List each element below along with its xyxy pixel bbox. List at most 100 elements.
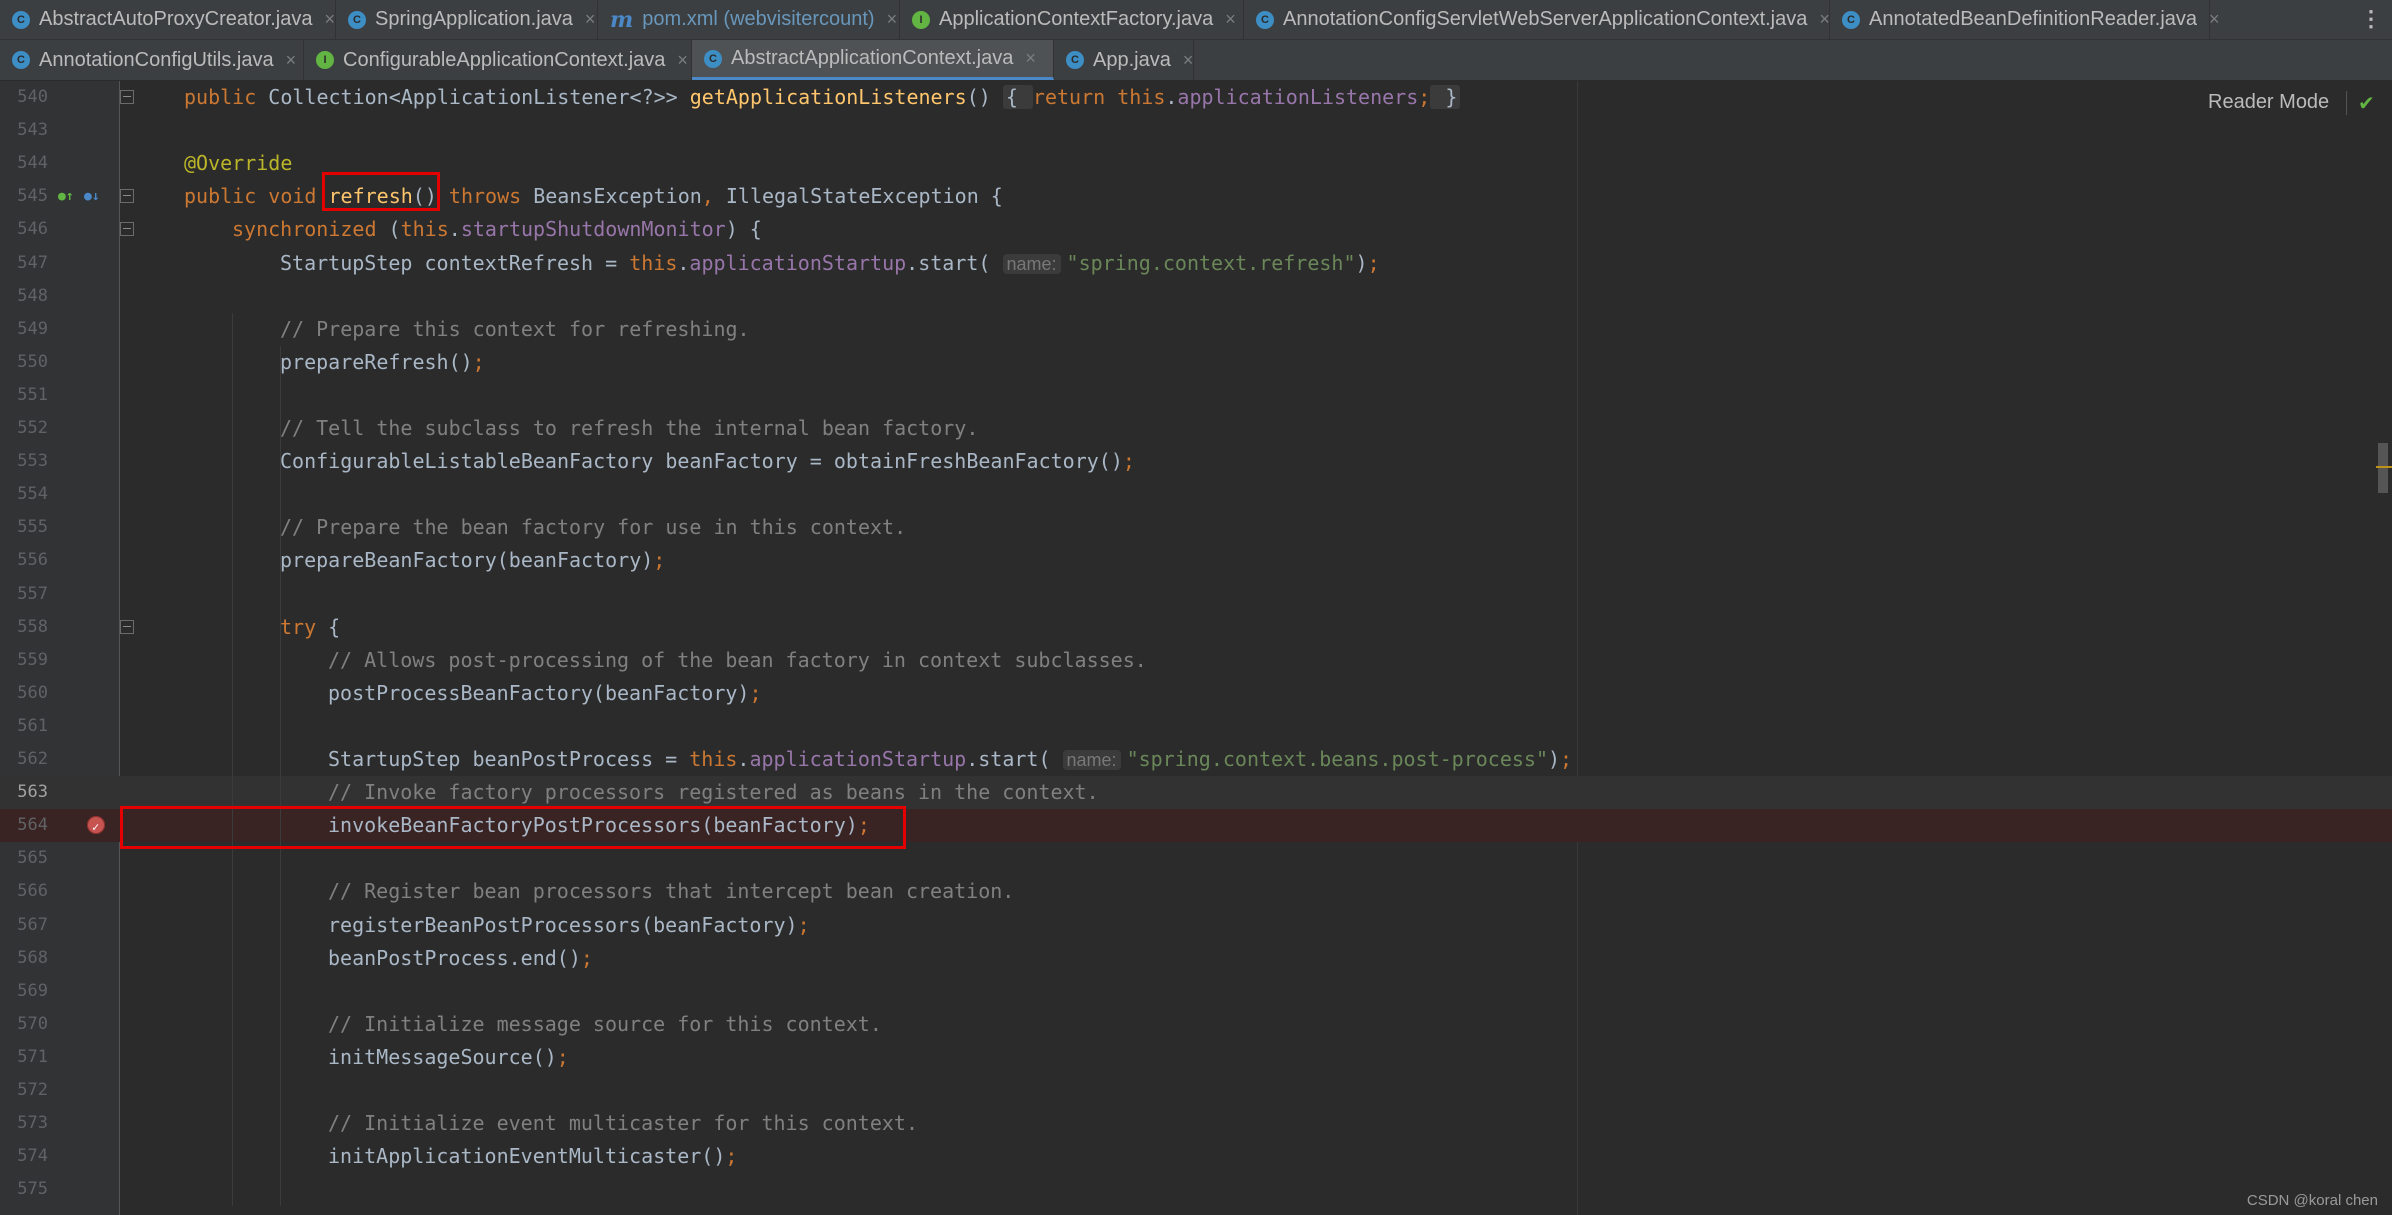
tab-abstractapplicationcontext-java[interactable]: C AbstractApplicationContext.java × xyxy=(692,40,1054,80)
code-line-569[interactable]: 569 xyxy=(0,975,2392,1008)
tab-annotationconfigservletwebserverapplicationcontext-java[interactable]: C AnnotationConfigServletWebServerApplica… xyxy=(1244,0,1830,39)
close-tab-icon[interactable]: × xyxy=(2209,9,2220,30)
code-line-557[interactable]: 557 xyxy=(0,578,2392,611)
close-tab-icon[interactable]: × xyxy=(585,9,596,30)
code-editor[interactable]: 540 public Collection<ApplicationListener… xyxy=(0,81,2392,1215)
reader-mode-button[interactable]: Reader Mode xyxy=(2208,91,2329,114)
code-text[interactable]: public Collection<ApplicationListener<?>… xyxy=(184,81,1461,114)
line-number[interactable]: 570 xyxy=(0,1008,48,1041)
more-tabs-icon[interactable]: ⋮ xyxy=(2360,6,2382,32)
close-tab-icon[interactable]: × xyxy=(887,9,898,30)
code-line-540[interactable]: 540 public Collection<ApplicationListener… xyxy=(0,81,2392,114)
code-line-558[interactable]: 558 try { xyxy=(0,611,2392,644)
tab-applicationcontextfactory-java[interactable]: I ApplicationContextFactory.java × xyxy=(900,0,1244,39)
code-line-553[interactable]: 553 ConfigurableListableBeanFactory beanF… xyxy=(0,445,2392,478)
code-text[interactable]: postProcessBeanFactory(beanFactory); xyxy=(328,677,761,710)
code-line-567[interactable]: 567 registerBeanPostProcessors(beanFactor… xyxy=(0,909,2392,942)
line-number[interactable]: 559 xyxy=(0,644,48,677)
line-number[interactable]: 555 xyxy=(0,511,48,544)
code-text[interactable]: // Allows post-processing of the bean fa… xyxy=(328,644,1147,677)
code-line-559[interactable]: 559 // Allows post-processing of the bean… xyxy=(0,644,2392,677)
code-line-568[interactable]: 568 beanPostProcess.end(); xyxy=(0,942,2392,975)
code-line-554[interactable]: 554 xyxy=(0,478,2392,511)
tab-abstractautoproxycreator-java[interactable]: C AbstractAutoProxyCreator.java × xyxy=(0,0,336,39)
code-text[interactable]: try { xyxy=(280,611,340,644)
close-tab-icon[interactable]: × xyxy=(324,9,335,30)
tab-springapplication-java[interactable]: C SpringApplication.java × xyxy=(336,0,598,39)
line-number[interactable]: 563 xyxy=(0,776,48,809)
fold-toggle-icon[interactable] xyxy=(120,619,134,634)
scrollbar-thumb[interactable] xyxy=(2378,443,2388,493)
code-line-548[interactable]: 548 xyxy=(0,280,2392,313)
line-number[interactable]: 540 xyxy=(0,81,48,114)
line-number[interactable]: 548 xyxy=(0,280,48,313)
line-number[interactable]: 568 xyxy=(0,942,48,975)
line-number[interactable]: 551 xyxy=(0,379,48,412)
close-tab-icon[interactable]: × xyxy=(1183,50,1194,71)
fold-toggle-icon[interactable] xyxy=(120,189,134,204)
line-number[interactable]: 558 xyxy=(0,611,48,644)
line-number[interactable]: 566 xyxy=(0,875,48,908)
code-text[interactable]: // Initialize event multicaster for this… xyxy=(328,1107,918,1140)
tab-app-java[interactable]: C App.java × xyxy=(1054,40,1194,80)
line-number[interactable]: 552 xyxy=(0,412,48,445)
line-number[interactable]: 557 xyxy=(0,578,48,611)
overridden-method-icon[interactable]: ●↓ xyxy=(84,180,100,213)
code-text[interactable]: prepareBeanFactory(beanFactory); xyxy=(280,544,665,577)
line-number[interactable]: 560 xyxy=(0,677,48,710)
code-text[interactable]: beanPostProcess.end(); xyxy=(328,942,593,975)
code-text[interactable]: ConfigurableListableBeanFactory beanFact… xyxy=(280,445,1135,478)
code-line-546[interactable]: 546 synchronized (this.startupShutdownMon… xyxy=(0,213,2392,246)
line-number[interactable]: 556 xyxy=(0,544,48,577)
code-line-551[interactable]: 551 xyxy=(0,379,2392,412)
code-line-550[interactable]: 550 prepareRefresh(); xyxy=(0,346,2392,379)
line-number[interactable]: 565 xyxy=(0,842,48,875)
code-line-563[interactable]: 563 // Invoke factory processors register… xyxy=(0,776,2392,810)
line-number[interactable]: 569 xyxy=(0,975,48,1008)
close-tab-icon[interactable]: × xyxy=(677,50,688,71)
line-number[interactable]: 553 xyxy=(0,445,48,478)
line-number[interactable]: 562 xyxy=(0,743,48,776)
line-number[interactable]: 547 xyxy=(0,247,48,280)
code-text[interactable]: // Initialize message source for this co… xyxy=(328,1008,882,1041)
code-line-543[interactable]: 543 xyxy=(0,114,2392,147)
code-line-573[interactable]: 573 // Initialize event multicaster for t… xyxy=(0,1107,2392,1140)
line-number[interactable]: 545 xyxy=(0,180,48,213)
code-line-572[interactable]: 572 xyxy=(0,1074,2392,1107)
scrollbar-warning-marker[interactable] xyxy=(2376,466,2392,468)
code-text[interactable]: synchronized (this.startupShutdownMonito… xyxy=(232,213,762,246)
line-number[interactable]: 573 xyxy=(0,1107,48,1140)
code-text[interactable]: initMessageSource(); xyxy=(328,1041,569,1074)
code-line-552[interactable]: 552 // Tell the subclass to refresh the i… xyxy=(0,412,2392,445)
code-text[interactable]: // Tell the subclass to refresh the inte… xyxy=(280,412,978,445)
tab-annotationconfigutils-java[interactable]: C AnnotationConfigUtils.java × xyxy=(0,40,304,80)
code-line-570[interactable]: 570 // Initialize message source for this… xyxy=(0,1008,2392,1041)
fold-toggle-icon[interactable] xyxy=(120,90,134,104)
code-text[interactable]: public void refresh() throws BeansExcept… xyxy=(184,180,1003,213)
fold-toggle-icon[interactable] xyxy=(120,222,134,237)
close-tab-icon[interactable]: × xyxy=(286,50,297,71)
code-line-555[interactable]: 555 // Prepare the bean factory for use i… xyxy=(0,511,2392,544)
line-number[interactable]: 564 xyxy=(0,809,48,842)
line-number[interactable]: 575 xyxy=(0,1173,48,1206)
code-text[interactable]: // Register bean processors that interce… xyxy=(328,875,1014,908)
code-text[interactable]: // Invoke factory processors registered … xyxy=(328,776,1099,809)
close-tab-icon[interactable]: × xyxy=(1819,9,1830,30)
inspection-ok-icon[interactable]: ✔ xyxy=(2358,91,2375,116)
line-number[interactable]: 544 xyxy=(0,147,48,180)
code-line-562[interactable]: 562 StartupStep beanPostProcess = this.ap… xyxy=(0,743,2392,776)
code-text[interactable]: StartupStep beanPostProcess = this.appli… xyxy=(328,743,1572,777)
close-tab-icon[interactable]: × xyxy=(1025,48,1036,69)
code-text[interactable]: StartupStep contextRefresh = this.applic… xyxy=(280,247,1380,281)
code-text[interactable]: // Prepare this context for refreshing. xyxy=(280,313,750,346)
code-line-575[interactable]: 575 xyxy=(0,1173,2392,1206)
line-number[interactable]: 561 xyxy=(0,710,48,743)
line-number[interactable]: 546 xyxy=(0,213,48,246)
code-line-561[interactable]: 561 xyxy=(0,710,2392,743)
line-number[interactable]: 554 xyxy=(0,478,48,511)
code-text[interactable]: @Override xyxy=(184,147,292,180)
code-text[interactable]: registerBeanPostProcessors(beanFactory); xyxy=(328,909,810,942)
close-tab-icon[interactable]: × xyxy=(1225,9,1236,30)
code-text[interactable]: // Prepare the bean factory for use in t… xyxy=(280,511,906,544)
code-line-549[interactable]: 549 // Prepare this context for refreshin… xyxy=(0,313,2392,346)
